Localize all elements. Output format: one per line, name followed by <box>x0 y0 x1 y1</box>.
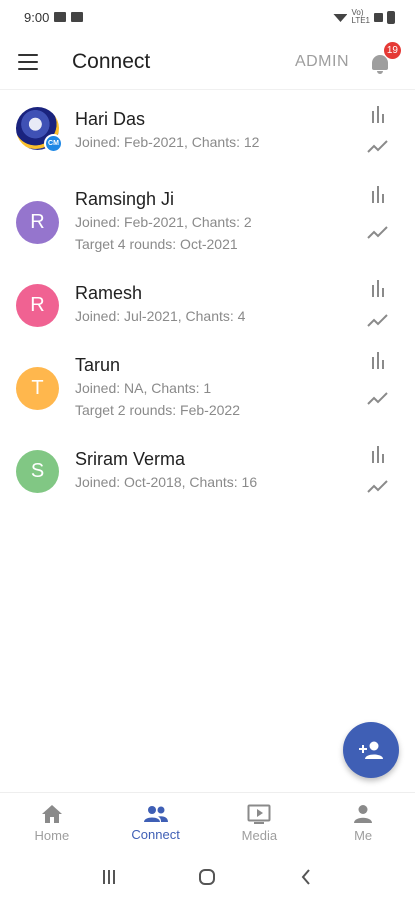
nav-label: Home <box>34 828 70 843</box>
media-icon <box>247 804 271 824</box>
nav-label: Me <box>354 828 373 843</box>
notification-badge: 19 <box>383 41 401 59</box>
member-actions <box>365 185 391 241</box>
member-info: Ramsingh Ji Joined: Feb-2021, Chants: 2 … <box>75 187 399 255</box>
nav-label: Connect <box>131 827 180 842</box>
avatar-initial: R <box>30 294 45 316</box>
network-text-bottom: LTE1 <box>351 16 370 25</box>
member-info: Hari Das Joined: Feb-2021, Chants: 12 <box>75 107 399 153</box>
member-detail: Joined: Jul-2021, Chants: 4 <box>75 308 246 324</box>
page-title: Connect <box>72 49 151 73</box>
signal-icon <box>374 12 383 22</box>
avatar-initial: S <box>30 460 45 482</box>
member-actions <box>365 351 391 407</box>
member-name: Ramsingh Ji <box>75 189 175 209</box>
wifi-icon <box>333 14 348 22</box>
avatar: R <box>16 201 59 244</box>
home-circle-icon <box>199 869 216 885</box>
bar-chart-icon[interactable] <box>367 185 389 203</box>
member-detail: Joined: NA, Chants: 1 <box>75 380 212 396</box>
app-bar: Connect ADMIN 19 <box>0 34 415 90</box>
gallery-icon <box>54 12 67 22</box>
nav-connect[interactable]: Connect <box>104 793 208 854</box>
recent-apps-icon <box>103 870 116 884</box>
nav-label: Media <box>241 828 278 843</box>
nav-home[interactable]: Home <box>0 793 104 854</box>
network-info: Vo) LTE1 <box>351 9 370 25</box>
trend-icon[interactable] <box>367 137 389 155</box>
bottom-nav: Home Connect Media Me <box>0 792 415 854</box>
avatar-initial: T <box>31 377 44 399</box>
notifications-button[interactable]: 19 <box>369 41 401 74</box>
add-member-button[interactable] <box>343 722 399 778</box>
member-list: CM Hari Das Joined: Feb-2021, Chants: 12… <box>0 90 415 493</box>
avatar-badge: CM <box>44 134 63 153</box>
video-icon <box>71 12 84 22</box>
people-icon <box>143 806 168 822</box>
avatar: CM <box>16 107 63 153</box>
member-detail: Joined: Oct-2018, Chants: 16 <box>75 474 258 490</box>
bar-chart-icon[interactable] <box>367 105 389 123</box>
home-icon <box>41 805 62 823</box>
member-row[interactable]: R Ramesh Joined: Jul-2021, Chants: 4 <box>0 279 415 329</box>
recent-apps-button[interactable] <box>94 862 124 892</box>
trend-icon[interactable] <box>367 223 389 241</box>
trend-icon[interactable] <box>367 389 389 407</box>
member-info: Tarun Joined: NA, Chants: 1 Target 2 rou… <box>75 353 399 421</box>
member-row[interactable]: CM Hari Das Joined: Feb-2021, Chants: 12 <box>0 105 415 155</box>
person-icon <box>354 805 373 823</box>
member-actions <box>365 279 391 329</box>
member-name: Sriram Verma <box>75 449 186 469</box>
bell-icon <box>372 54 388 74</box>
bar-chart-icon[interactable] <box>367 279 389 297</box>
member-row[interactable]: S Sriram Verma Joined: Oct-2018, Chants:… <box>0 445 415 495</box>
status-left: 9:00 <box>24 9 84 25</box>
member-info: Sriram Verma Joined: Oct-2018, Chants: 1… <box>75 447 399 493</box>
member-row[interactable]: T Tarun Joined: NA, Chants: 1 Target 2 r… <box>0 351 415 421</box>
back-button[interactable] <box>291 862 321 892</box>
member-actions <box>365 105 391 155</box>
avatar: S <box>16 450 59 493</box>
admin-button[interactable]: ADMIN <box>295 53 349 71</box>
status-bar: 9:00 Vo) LTE1 <box>0 0 415 34</box>
member-target: Target 2 rounds: Feb-2022 <box>75 402 240 418</box>
member-info: Ramesh Joined: Jul-2021, Chants: 4 <box>75 281 399 327</box>
back-icon <box>301 869 310 885</box>
avatar: R <box>16 284 59 327</box>
avatar-initial: R <box>30 211 45 233</box>
bar-chart-icon[interactable] <box>367 351 389 369</box>
status-time: 9:00 <box>24 9 50 25</box>
avatar: T <box>16 367 59 410</box>
member-row[interactable]: R Ramsingh Ji Joined: Feb-2021, Chants: … <box>0 185 415 255</box>
system-nav <box>0 854 415 900</box>
trend-icon[interactable] <box>367 477 389 495</box>
member-name: Tarun <box>75 355 121 375</box>
home-system-button[interactable] <box>192 862 222 892</box>
menu-icon[interactable] <box>18 53 38 70</box>
nav-media[interactable]: Media <box>208 793 312 854</box>
member-actions <box>365 445 391 495</box>
nav-me[interactable]: Me <box>311 793 415 854</box>
member-target: Target 4 rounds: Oct-2021 <box>75 236 238 252</box>
status-right: Vo) LTE1 <box>333 9 395 25</box>
member-name: Hari Das <box>75 109 146 129</box>
trend-icon[interactable] <box>367 311 389 329</box>
member-detail: Joined: Feb-2021, Chants: 2 <box>75 214 252 230</box>
member-name: Ramesh <box>75 283 143 303</box>
battery-icon <box>387 10 395 24</box>
add-person-icon <box>359 741 383 759</box>
member-detail: Joined: Feb-2021, Chants: 12 <box>75 134 260 150</box>
bar-chart-icon[interactable] <box>367 445 389 463</box>
